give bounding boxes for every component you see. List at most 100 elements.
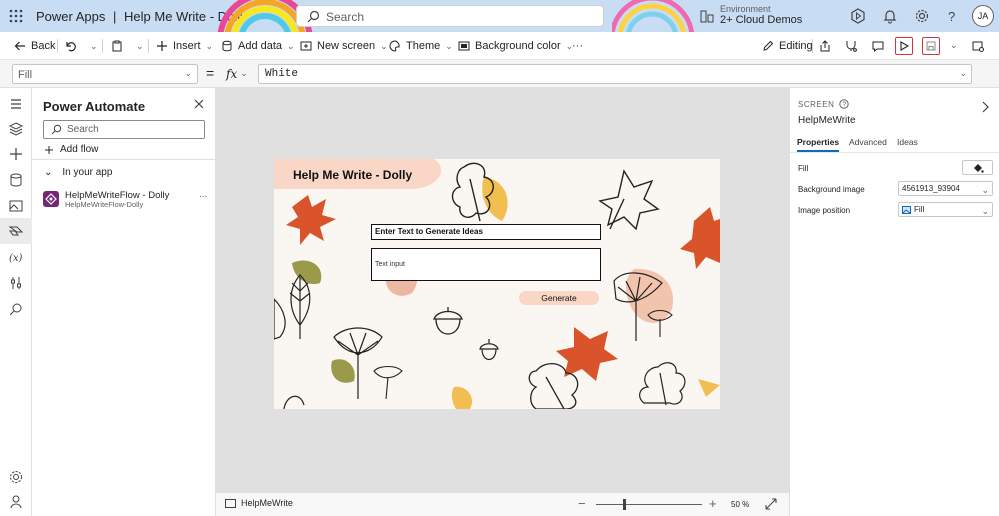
new-screen-label: New screen	[317, 40, 376, 52]
virtual-agent-icon[interactable]	[8, 494, 24, 510]
formula-input[interactable]: White ⌄	[258, 64, 972, 84]
flow-list-item[interactable]: HelpMeWriteFlow - Dolly HelpMeWriteFlow-…	[43, 189, 208, 209]
product-name: Power Apps	[36, 9, 106, 24]
undo-button[interactable]: ⌄	[65, 32, 98, 60]
app-launcher-icon[interactable]	[8, 8, 24, 24]
generate-button[interactable]: Generate	[519, 291, 599, 305]
variables-icon[interactable]: (x)	[8, 249, 24, 265]
editing-label: Editing	[779, 40, 813, 52]
flow-search-input[interactable]: Search	[43, 120, 205, 139]
tab-properties[interactable]: Properties	[797, 137, 840, 152]
pencil-icon	[763, 40, 774, 51]
background-image-dropdown[interactable]: 4561913_93904 ⌄	[898, 181, 993, 196]
insert-button[interactable]: Insert ⌄	[156, 32, 213, 60]
chevron-down-icon: ⌄	[205, 40, 214, 51]
help-icon[interactable]: ?	[944, 8, 960, 24]
text-input-control[interactable]: Text input	[371, 248, 601, 281]
control-name[interactable]: HelpMeWrite	[798, 115, 856, 126]
data-icon[interactable]	[8, 172, 24, 188]
bell-icon[interactable]	[882, 8, 898, 24]
tree-view-icon[interactable]	[8, 121, 24, 137]
new-screen-button[interactable]: New screen ⌄	[300, 32, 388, 60]
app-screen-title[interactable]: Help Me Write - Dolly	[293, 168, 412, 182]
svg-text:(x): (x)	[9, 253, 23, 264]
background-image-value: 4561913_93904	[902, 184, 960, 193]
zoom-slider[interactable]	[596, 504, 702, 505]
theme-button[interactable]: Theme ⌄	[389, 32, 453, 60]
search-icon	[307, 10, 320, 23]
autumn-leaves-background	[274, 159, 720, 409]
background-color-label: Background color	[475, 40, 561, 52]
comments-icon[interactable]	[872, 40, 884, 52]
chevron-down-icon: ⌄	[90, 40, 98, 51]
add-flow-button[interactable]: Add flow	[44, 144, 98, 155]
help-circle-icon[interactable]: ?	[839, 99, 850, 109]
paint-bucket-icon	[974, 164, 984, 173]
more-label: ···	[572, 40, 583, 52]
tab-ideas[interactable]: Ideas	[897, 137, 918, 147]
status-bar: HelpMeWrite − + 50 %	[216, 492, 789, 516]
plus-icon	[157, 41, 167, 51]
tools-icon[interactable]	[8, 275, 24, 291]
add-flow-label: Add flow	[60, 144, 99, 155]
search-icon[interactable]	[8, 301, 24, 317]
property-dropdown[interactable]: Fill ⌄	[12, 64, 198, 84]
screen-selector[interactable]: HelpMeWrite	[225, 498, 293, 508]
play-circle-icon[interactable]	[850, 8, 866, 24]
zoom-out-button[interactable]: −	[578, 496, 586, 511]
fit-to-window-icon[interactable]	[765, 498, 777, 510]
chevron-down-icon: ⌄	[445, 40, 453, 51]
image-icon	[902, 205, 911, 214]
title-separator: |	[113, 9, 117, 24]
function-button[interactable]: fx ⌄	[226, 64, 248, 84]
fill-color-picker[interactable]	[962, 160, 993, 175]
editing-button[interactable]: Editing	[762, 32, 813, 60]
prompt-label-text: Enter Text to Generate Ideas	[375, 227, 483, 236]
background-image-label: Background image	[798, 185, 865, 194]
close-icon[interactable]	[193, 98, 205, 110]
save-button[interactable]	[922, 37, 940, 55]
divider	[790, 152, 999, 153]
settings-icon[interactable]	[8, 469, 24, 485]
user-avatar[interactable]: JA	[972, 5, 994, 27]
menu-icon[interactable]	[8, 96, 24, 112]
zoom-slider-thumb[interactable]	[623, 499, 626, 510]
back-button[interactable]: Back	[14, 32, 55, 60]
insert-plus-icon[interactable]	[8, 146, 24, 162]
tab-advanced[interactable]: Advanced	[849, 137, 887, 147]
background-color-button[interactable]: Background color ⌄	[458, 32, 573, 60]
chevron-down-icon: ⌄	[240, 69, 248, 79]
search-icon	[51, 124, 62, 135]
paste-button[interactable]: ⌄	[111, 32, 144, 60]
publish-icon[interactable]	[972, 40, 984, 52]
app-screen[interactable]: Help Me Write - Dolly Enter Text to Gene…	[274, 159, 720, 409]
chevron-down-icon[interactable]: ⌄	[959, 68, 967, 79]
prompt-label[interactable]: Enter Text to Generate Ideas	[371, 224, 601, 240]
chevron-down-icon[interactable]: ⌄	[950, 40, 958, 51]
power-automate-icon[interactable]	[8, 223, 24, 239]
global-search-input[interactable]: Search	[296, 5, 604, 27]
flow-more-button[interactable]: ...	[199, 189, 207, 200]
screen-icon	[225, 498, 236, 508]
formula-bar: Fill ⌄ = fx ⌄ White ⌄	[0, 60, 999, 88]
add-data-button[interactable]: Add data ⌄	[221, 32, 295, 60]
arrow-left-icon	[14, 41, 25, 51]
section-header[interactable]: ⌄ In your app	[44, 167, 112, 178]
control-kind-label: SCREEN	[798, 99, 835, 109]
environment-icon	[700, 10, 714, 23]
preview-app-button[interactable]	[895, 37, 913, 55]
divider	[148, 39, 149, 53]
chevron-right-icon[interactable]	[980, 101, 990, 113]
fx-label: fx	[226, 67, 238, 81]
property-value: Fill	[18, 69, 33, 81]
app-checker-icon[interactable]	[845, 40, 857, 52]
zoom-in-button[interactable]: +	[709, 496, 717, 511]
more-commands-button[interactable]: ···	[572, 32, 583, 60]
environment-value: 2+ Cloud Demos	[720, 14, 803, 26]
plus-icon	[45, 145, 53, 154]
media-icon[interactable]	[8, 198, 24, 214]
image-position-dropdown[interactable]: Fill ⌄	[898, 202, 993, 217]
settings-gear-icon[interactable]	[914, 8, 930, 24]
palette-icon	[389, 40, 400, 52]
share-icon[interactable]	[819, 40, 831, 52]
